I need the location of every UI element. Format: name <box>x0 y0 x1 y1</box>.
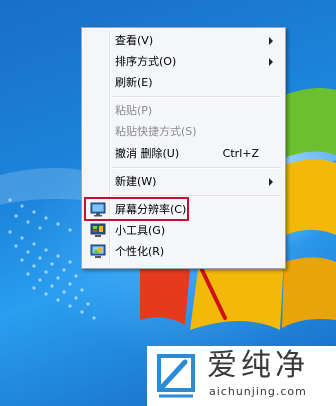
menu-item-sort-by[interactable]: 排序方式(O) <box>84 53 283 71</box>
menu-item-undo-delete[interactable]: 撤消 删除(U) Ctrl+Z <box>84 145 283 163</box>
watermark-url: aichunjing.com <box>209 385 307 398</box>
menu-separator <box>112 96 281 98</box>
menu-item-gadgets[interactable]: 小工具(G) <box>84 222 283 240</box>
menu-item-label: 粘贴(P) <box>115 104 153 117</box>
menu-item-shortcut: Ctrl+Z <box>222 147 259 160</box>
menu-separator <box>112 167 281 169</box>
submenu-arrow-icon <box>269 58 273 66</box>
gadgets-icon <box>90 223 106 238</box>
submenu-arrow-icon <box>269 178 273 186</box>
menu-item-personalize[interactable]: 个性化(R) <box>84 243 283 261</box>
menu-item-label: 个性化(R) <box>115 245 165 258</box>
menu-item-label: 撤消 删除(U) <box>115 147 180 160</box>
menu-item-label: 新建(W) <box>115 175 157 188</box>
personalize-icon <box>90 244 106 259</box>
menu-item-refresh[interactable]: 刷新(E) <box>84 74 283 92</box>
menu-item-label: 粘贴快捷方式(S) <box>115 125 197 138</box>
aichunjing-logo-icon <box>157 354 195 398</box>
desktop-context-menu: 查看(V) 排序方式(O) 刷新(E) 粘贴(P) 粘贴快捷方式(S) 撤消 删… <box>81 27 286 269</box>
menu-item-label: 刷新(E) <box>115 76 153 89</box>
menu-item-paste[interactable]: 粘贴(P) <box>84 102 283 120</box>
site-watermark: 爱纯净 aichunjing.com <box>147 346 336 406</box>
watermark-title: 爱纯净 <box>207 348 309 383</box>
menu-item-view[interactable]: 查看(V) <box>84 32 283 50</box>
annotation-highlight-box <box>84 197 189 221</box>
menu-item-label: 小工具(G) <box>115 224 166 237</box>
menu-item-label: 查看(V) <box>115 34 154 47</box>
menu-item-new[interactable]: 新建(W) <box>84 173 283 191</box>
menu-item-paste-shortcut[interactable]: 粘贴快捷方式(S) <box>84 123 283 141</box>
submenu-arrow-icon <box>269 37 273 45</box>
menu-item-label: 排序方式(O) <box>115 55 177 68</box>
